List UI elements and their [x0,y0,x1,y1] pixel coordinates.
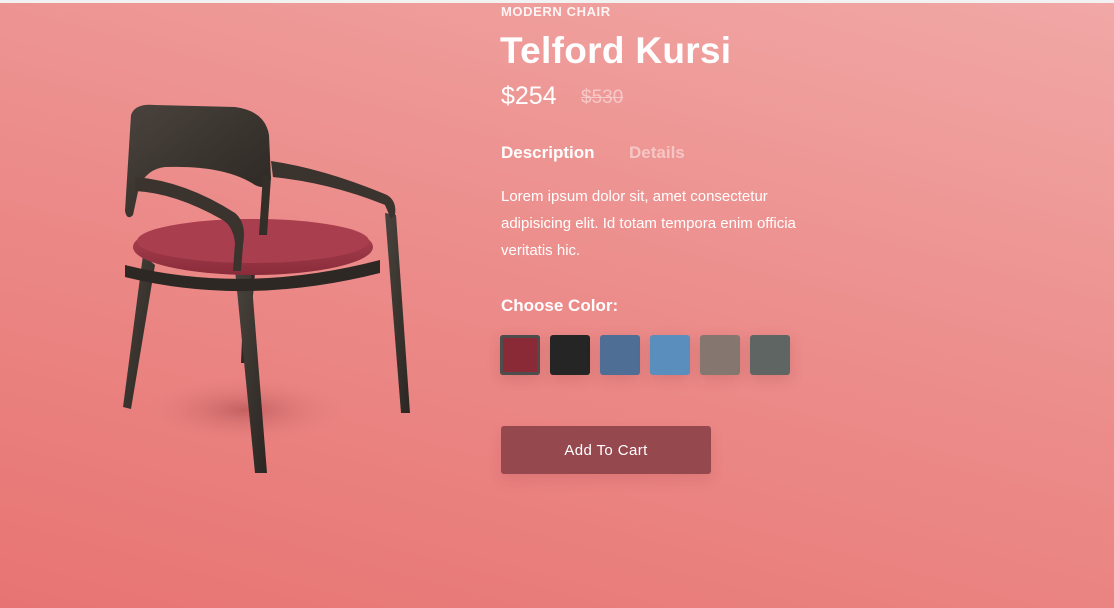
top-strip [0,0,1114,3]
product-price: $254 [501,82,557,110]
choose-color-label: Choose Color: [501,296,619,315]
product-description: Lorem ipsum dolor sit, amet consectetur … [501,188,796,259]
tab-description[interactable]: Description [501,143,595,163]
product-image [95,95,415,475]
add-to-cart-button[interactable]: Add To Cart [501,426,711,474]
color-swatch-denim-blue[interactable] [600,335,640,375]
product-old-price: $530 [581,87,624,108]
tab-details[interactable]: Details [629,143,685,163]
color-swatches [500,335,790,375]
color-swatch-taupe[interactable] [700,335,740,375]
chair-image [123,104,410,473]
product-title: Telford Kursi [500,30,732,71]
color-swatch-sky-blue[interactable] [650,335,690,375]
product-category: MODERN CHAIR [501,4,611,19]
color-swatch-burgundy[interactable] [500,335,540,375]
color-swatch-black[interactable] [550,335,590,375]
color-swatch-slate-gray[interactable] [750,335,790,375]
